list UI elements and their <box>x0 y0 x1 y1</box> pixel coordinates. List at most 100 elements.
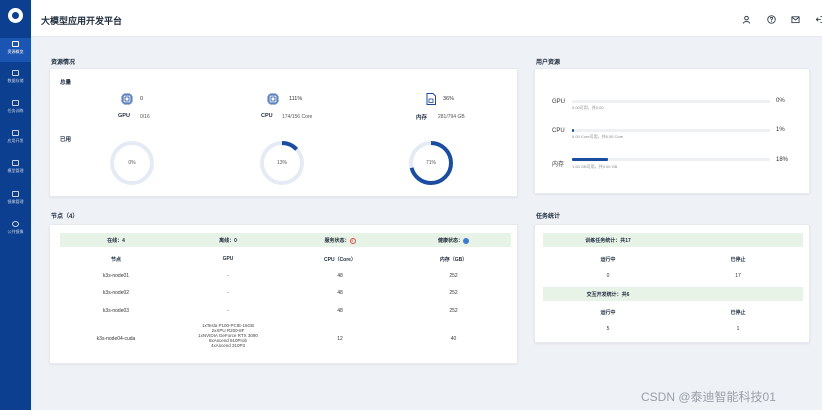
node-cpu: 48 <box>337 273 343 279</box>
user-mem-label: 内存 <box>552 162 565 168</box>
gpu-count: 0 <box>140 96 144 102</box>
user-gpu-label: GPU <box>552 99 566 105</box>
node-name: k3s-node02 <box>102 290 130 296</box>
model-icon <box>12 160 19 166</box>
nodes-title: 节点（4） <box>51 214 79 220</box>
training-stats-title: 训练任务统计：共17 <box>585 238 631 244</box>
user-mem-pct: 18% <box>776 157 789 163</box>
node-mem: 252 <box>449 308 458 314</box>
mem-label: 内存 <box>416 115 428 121</box>
user-cpu-pct: 1% <box>776 127 785 133</box>
usage-subtitle: 已用 <box>60 137 72 143</box>
user-gpu-bar <box>572 100 770 103</box>
user-cpu-bar <box>572 129 770 132</box>
sidebar-item-public-images[interactable]: 公共镜像 <box>0 218 31 242</box>
gpu-usage-text: 0% <box>128 160 136 166</box>
health-status: 健康状态： <box>396 237 511 244</box>
tasks-title: 任务统计 <box>536 214 561 220</box>
tasks-card: 训练任务统计：共17 运行中 已停止 0 17 交互开发统计：共6 运行中 已停… <box>534 224 810 343</box>
code-icon <box>12 130 19 136</box>
user-cpu-bar-fill <box>572 129 574 132</box>
cpu-count: 111% <box>289 96 303 102</box>
tasks-table: 训练任务统计：共17 运行中 已停止 0 17 交互开发统计：共6 运行中 已停… <box>543 233 803 337</box>
header: 大模型应用开发平台 <box>31 0 822 37</box>
mem-count: 36% <box>443 96 455 102</box>
user-icon[interactable] <box>742 15 751 24</box>
training-icon <box>12 100 19 106</box>
interactive-stopped-value: 1 <box>736 326 740 332</box>
node-gpu: - <box>227 308 229 314</box>
sidebar: 资源概览 数据存储 任务训练 应用开发 模型管理 镜像管理 公共镜像 <box>0 0 31 410</box>
logo-icon <box>8 8 23 23</box>
cpu-detail: 174/156 Core <box>282 114 313 120</box>
nodes-card: 在线：4 离线：0 服务状态：! 健康状态： 节点 GPU CPU（Core） … <box>49 224 518 364</box>
monitor-icon <box>12 41 19 47</box>
sidebar-item-image-mgmt[interactable]: 镜像管理 <box>0 188 31 212</box>
user-mem-bar <box>572 158 770 161</box>
node-gpu-list: 1xTesla P100-PCIE-16GB 2xXPU R200-8F 1xN… <box>172 323 284 348</box>
globe-icon <box>12 221 19 227</box>
database-icon <box>12 70 19 76</box>
total-subtitle: 总量 <box>60 80 72 86</box>
node-cpu: 48 <box>337 308 343 314</box>
gpu-chip-icon <box>120 92 134 106</box>
node-name: k3s-node04-cuda <box>96 336 136 342</box>
sidebar-item-app-dev[interactable]: 应用开发 <box>0 127 31 151</box>
interactive-running-value: 5 <box>606 326 610 332</box>
cpu-usage-donut: 13% <box>259 140 305 186</box>
user-resources-title: 用户资源 <box>536 60 561 66</box>
node-cpu: 12 <box>337 336 343 342</box>
mem-detail: 281/794 GB <box>438 114 465 120</box>
cpu-label: CPU <box>261 113 273 119</box>
cpu-usage-text: 13% <box>276 160 287 166</box>
node-gpu: - <box>227 273 229 279</box>
service-status: 服务状态：! <box>284 237 396 244</box>
service-status-label: 服务状态： <box>324 238 350 244</box>
help-icon[interactable] <box>767 15 776 24</box>
col-cpu: CPU（Core） <box>324 257 356 263</box>
col-mem: 内存（GB） <box>439 257 468 263</box>
node-name: k3s-node01 <box>102 273 130 279</box>
gpu-usage-donut: 0% <box>109 140 155 186</box>
node-cpu: 48 <box>337 290 343 296</box>
gpu-label: GPU <box>118 113 130 119</box>
user-gpu-pct: 0% <box>776 98 785 104</box>
user-cpu-sub: 6.00 Core可用，共6.00 Core <box>572 134 624 139</box>
sidebar-item-resource-overview[interactable]: 资源概览 <box>0 38 31 62</box>
resources-card: 总量 0 GPU 0/16 111% CPU 174/156 Core 36% … <box>49 68 518 197</box>
message-icon[interactable] <box>791 15 800 24</box>
logout-icon[interactable] <box>815 15 822 24</box>
user-mem-sub: 1.63 GB可用，共9.00 GB <box>572 164 618 169</box>
warning-icon: ! <box>349 237 356 244</box>
image-icon <box>12 191 19 197</box>
user-cpu-label: CPU <box>552 128 565 134</box>
node-name: k3s-node03 <box>102 308 130 314</box>
sidebar-item-data-storage[interactable]: 数据存储 <box>0 67 31 91</box>
sidebar-item-task-training[interactable]: 任务训练 <box>0 97 31 121</box>
mem-usage-text: 71% <box>425 160 436 166</box>
watermark: CSDN @泰迪智能科技01 <box>641 390 776 404</box>
offline-count: 离线：0 <box>219 238 237 244</box>
user-mem-bar-fill <box>572 158 608 161</box>
gpu-detail: 0/16 <box>140 114 150 120</box>
training-stopped-value: 17 <box>735 273 741 279</box>
user-resources-card: GPU 0.00可用，共0.00 0% CPU 6.00 Core可用，共6.0… <box>534 68 810 194</box>
mem-usage-donut: 71% <box>408 140 454 186</box>
check-icon <box>463 237 469 244</box>
nodes-table: 在线：4 离线：0 服务状态：! 健康状态： 节点 GPU CPU（Core） … <box>60 233 511 359</box>
cpu-chip-icon <box>266 92 280 106</box>
node-mem: 40 <box>450 336 457 342</box>
training-running-value: 0 <box>606 273 610 279</box>
node-gpu: - <box>227 290 229 296</box>
interactive-stats-title: 交互开发统计：共6 <box>586 292 630 298</box>
app-title: 大模型应用开发平台 <box>41 16 123 26</box>
col-node: 节点 <box>110 257 121 263</box>
interactive-running-col: 运行中 <box>600 310 616 316</box>
training-stopped-col: 已停止 <box>730 257 746 263</box>
interactive-stopped-col: 已停止 <box>730 310 746 316</box>
col-gpu: GPU <box>222 256 234 262</box>
sidebar-item-model-mgmt[interactable]: 模型管理 <box>0 157 31 181</box>
gpu-line: 4xAscend 310P3 <box>210 343 246 348</box>
memory-card-icon <box>424 92 438 106</box>
node-mem: 252 <box>449 273 458 279</box>
